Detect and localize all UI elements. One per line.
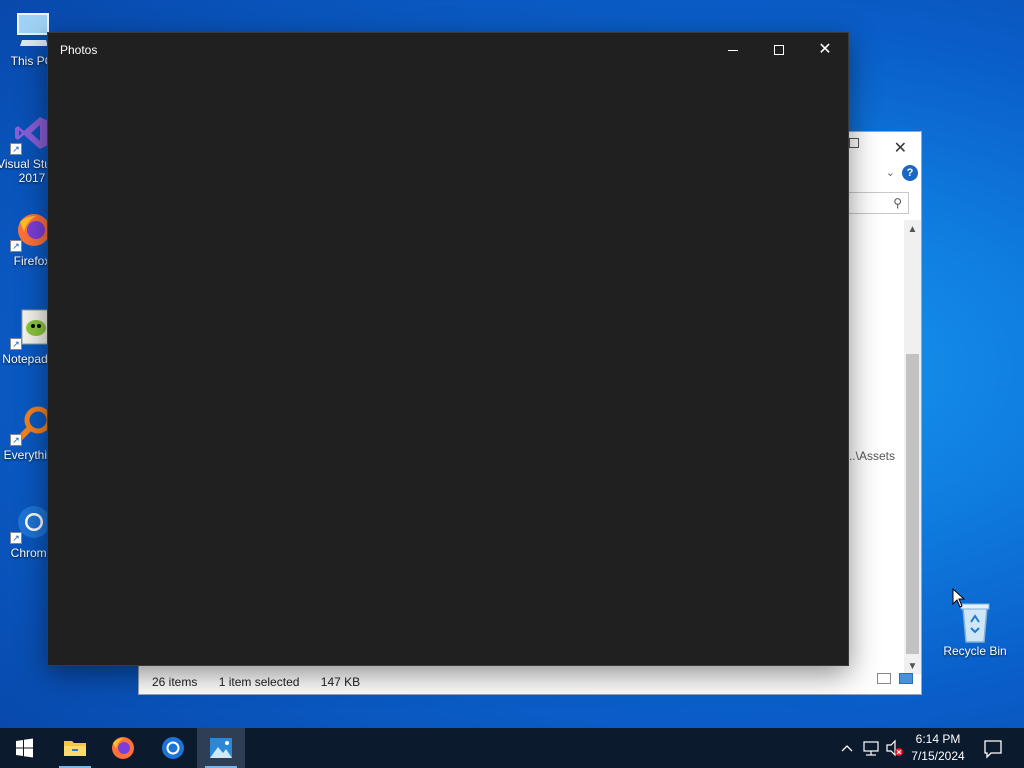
- notification-icon: [984, 740, 1002, 759]
- selection-size: 147 KB: [320, 675, 361, 689]
- file-explorer-icon: [64, 741, 86, 756]
- clock-time: 6:14 PM: [915, 732, 961, 746]
- desktop-icon-recycle-bin[interactable]: Recycle Bin: [937, 600, 1013, 658]
- selection-count: 1 item selected: [218, 675, 300, 689]
- taskbar-file-explorer[interactable]: [51, 728, 99, 768]
- chevron-down-icon[interactable]: ⌄: [886, 166, 895, 179]
- maximize-button[interactable]: [756, 33, 802, 66]
- shortcut-arrow-icon: ↗: [10, 338, 22, 350]
- window-title: Photos: [60, 43, 98, 57]
- file-path-text: ...\Assets: [845, 449, 895, 463]
- photos-icon: [210, 738, 232, 758]
- chrome-icon: [162, 737, 184, 759]
- photos-window[interactable]: Photos ✕: [47, 32, 849, 666]
- photo-canvas[interactable]: [48, 66, 848, 665]
- volume-button[interactable]: [884, 728, 906, 768]
- close-button[interactable]: ✕: [802, 33, 848, 66]
- action-center-button[interactable]: [978, 728, 1008, 768]
- system-clock[interactable]: 6:14 PM 7/15/2024: [905, 731, 971, 765]
- title-bar[interactable]: Photos ✕: [48, 33, 848, 66]
- shortcut-arrow-icon: ↗: [10, 434, 22, 446]
- item-count: 26 items: [152, 675, 198, 689]
- close-button[interactable]: ✕: [894, 138, 907, 158]
- computer-icon: [12, 10, 52, 50]
- scrollbar-thumb[interactable]: [906, 354, 919, 654]
- desktop-icon-label: Recycle Bin: [943, 644, 1007, 658]
- shortcut-arrow-icon: ↗: [10, 532, 22, 544]
- maximize-icon: [774, 45, 784, 56]
- taskbar-firefox[interactable]: [99, 728, 147, 768]
- windows-logo-icon: [16, 738, 33, 758]
- volume-muted-icon: [886, 739, 903, 757]
- network-status-button[interactable]: [860, 728, 882, 768]
- search-icon: ⚲: [893, 196, 902, 210]
- shortcut-arrow-icon: ↗: [10, 143, 22, 155]
- help-icon[interactable]: ?: [902, 165, 918, 181]
- firefox-icon: [112, 737, 134, 759]
- minimize-icon: [728, 49, 738, 51]
- show-hidden-icons-button[interactable]: [838, 728, 856, 768]
- vertical-scrollbar[interactable]: ▲ ▼: [904, 220, 921, 674]
- taskbar: 6:14 PM 7/15/2024: [0, 728, 1024, 768]
- large-icons-view-icon[interactable]: [899, 673, 913, 684]
- shortcut-arrow-icon: ↗: [10, 240, 22, 252]
- clock-date: 7/15/2024: [911, 749, 965, 763]
- taskbar-photos[interactable]: [197, 728, 245, 768]
- network-icon: [863, 741, 879, 756]
- scroll-up-icon[interactable]: ▲: [904, 224, 921, 235]
- visual-studio-icon: ↗: [10, 113, 52, 155]
- mouse-cursor-icon: [952, 588, 966, 608]
- start-button[interactable]: [0, 728, 48, 768]
- notepad-plus-plus-icon: ↗: [10, 308, 52, 350]
- chrome-icon: ↗: [10, 502, 52, 544]
- firefox-icon: ↗: [10, 210, 52, 252]
- taskbar-chrome[interactable]: [149, 728, 197, 768]
- everything-search-icon: ↗: [10, 404, 52, 446]
- view-toggle[interactable]: [873, 671, 913, 689]
- status-bar: 26 items 1 item selected 147 KB: [139, 670, 921, 694]
- details-view-icon[interactable]: [876, 673, 891, 684]
- minimize-button[interactable]: [710, 33, 756, 66]
- chevron-up-icon: [841, 745, 853, 752]
- maximize-icon[interactable]: [849, 138, 859, 148]
